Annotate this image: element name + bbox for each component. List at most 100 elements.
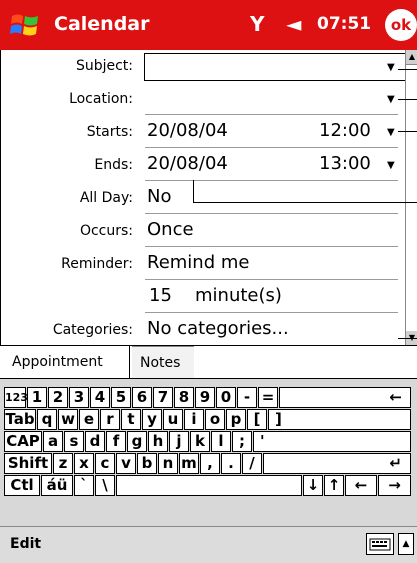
key[interactable]: ,	[200, 453, 220, 474]
key[interactable]: a	[43, 431, 63, 452]
reminder-unit[interactable]: minute(s)	[195, 285, 282, 306]
clock[interactable]: 07:51	[317, 14, 371, 34]
accent-key[interactable]: áü	[41, 475, 73, 496]
key[interactable]: g	[127, 431, 147, 452]
ok-button[interactable]: ok	[385, 9, 417, 41]
caps-key[interactable]: CAP	[4, 431, 42, 452]
key[interactable]: l	[211, 431, 231, 452]
key[interactable]: -	[237, 387, 257, 408]
key[interactable]: =	[258, 387, 278, 408]
ends-time[interactable]: 13:00	[319, 153, 371, 174]
tab-notes[interactable]: Notes	[132, 346, 194, 378]
allday-value[interactable]: No	[147, 186, 171, 207]
key[interactable]: u	[163, 409, 183, 430]
key[interactable]: 7	[153, 387, 173, 408]
edit-menu[interactable]: Edit	[10, 536, 41, 552]
callout-line	[193, 202, 417, 203]
key[interactable]: f	[106, 431, 126, 452]
key[interactable]: x	[74, 453, 94, 474]
key[interactable]: 4	[90, 387, 110, 408]
reminder-amount-row: 15 minute(s)	[1, 281, 406, 314]
subject-row: Subject: ▼	[1, 50, 406, 83]
key[interactable]: 1	[27, 387, 47, 408]
reminder-amount[interactable]: 15	[149, 285, 172, 306]
key[interactable]: .	[221, 453, 241, 474]
key[interactable]: n	[158, 453, 178, 474]
starts-date[interactable]: 20/08/04	[147, 120, 228, 141]
key[interactable]: \	[95, 475, 115, 496]
starts-underline	[145, 147, 398, 148]
tab-appointment[interactable]: Appointment	[4, 346, 130, 378]
key[interactable]: 5	[111, 387, 131, 408]
key[interactable]: '	[253, 431, 411, 452]
key[interactable]: k	[190, 431, 210, 452]
tab-key[interactable]: Tab	[4, 409, 36, 430]
reminder-value[interactable]: Remind me	[147, 252, 249, 273]
occurs-row: Occurs: Once	[1, 215, 406, 248]
enter-key[interactable]: ↵	[263, 453, 411, 474]
subject-input[interactable]	[144, 53, 406, 81]
key[interactable]: r	[100, 409, 120, 430]
key-123[interactable]: 123	[4, 387, 28, 408]
key[interactable]: 3	[69, 387, 89, 408]
key[interactable]: [	[247, 409, 267, 430]
key[interactable]: p	[226, 409, 246, 430]
key[interactable]: v	[116, 453, 136, 474]
scroll-up-icon[interactable]: ▲	[406, 50, 417, 64]
ctl-key[interactable]: Ctl	[4, 475, 40, 496]
key[interactable]: `	[74, 475, 94, 496]
key[interactable]: /	[242, 453, 262, 474]
key[interactable]: c	[95, 453, 115, 474]
key[interactable]: y	[142, 409, 162, 430]
subject-dropdown-icon[interactable]: ▼	[387, 62, 395, 73]
keyboard-icon[interactable]	[366, 533, 394, 555]
ends-date[interactable]: 20/08/04	[147, 153, 228, 174]
scroll-thumb[interactable]	[406, 64, 417, 334]
key[interactable]: e	[79, 409, 99, 430]
occurs-underline	[145, 246, 398, 247]
key[interactable]: m	[179, 453, 199, 474]
signal-icon[interactable]: Y	[250, 12, 264, 36]
key[interactable]: i	[184, 409, 204, 430]
key[interactable]: ]	[268, 409, 411, 430]
key[interactable]: t	[121, 409, 141, 430]
key[interactable]: 9	[195, 387, 215, 408]
reminder-underline	[145, 279, 398, 280]
location-dropdown-icon[interactable]: ▼	[387, 94, 395, 105]
key[interactable]: h	[148, 431, 168, 452]
callout-line	[398, 69, 417, 70]
callout-line	[398, 131, 417, 132]
arrow-up-key[interactable]: ↑	[324, 475, 344, 496]
key[interactable]: 6	[132, 387, 152, 408]
starts-time[interactable]: 12:00	[319, 120, 371, 141]
arrow-down-key[interactable]: ↓	[303, 475, 323, 496]
key[interactable]: 2	[48, 387, 68, 408]
occurs-label: Occurs:	[79, 223, 133, 239]
input-menu-arrow-icon[interactable]: ▲	[398, 533, 414, 555]
key[interactable]: o	[205, 409, 225, 430]
space-key[interactable]	[116, 475, 302, 496]
key[interactable]: d	[85, 431, 105, 452]
key[interactable]: z	[53, 453, 73, 474]
arrow-left-key[interactable]: ←	[345, 475, 377, 496]
categories-value[interactable]: No categories...	[147, 318, 289, 339]
key[interactable]: q	[37, 409, 57, 430]
key[interactable]: j	[169, 431, 189, 452]
arrow-right-key[interactable]: →	[378, 475, 411, 496]
key[interactable]: s	[64, 431, 84, 452]
starts-time-dropdown-icon[interactable]: ▼	[387, 127, 395, 138]
key[interactable]: w	[58, 409, 78, 430]
key[interactable]: 8	[174, 387, 194, 408]
speaker-icon[interactable]: ◄	[286, 12, 301, 36]
reminder-row: Reminder: Remind me	[1, 248, 406, 281]
backspace-key[interactable]: ←	[279, 387, 411, 408]
ends-time-dropdown-icon[interactable]: ▼	[387, 160, 395, 171]
key[interactable]: b	[137, 453, 157, 474]
key[interactable]: 0	[216, 387, 236, 408]
occurs-value[interactable]: Once	[147, 219, 194, 240]
key[interactable]: ;	[232, 431, 252, 452]
callout-line	[398, 338, 417, 339]
form-scrollbar[interactable]: ▲ ▼	[405, 50, 417, 345]
shift-key[interactable]: Shift	[4, 453, 52, 474]
windows-start-icon[interactable]	[10, 10, 40, 40]
